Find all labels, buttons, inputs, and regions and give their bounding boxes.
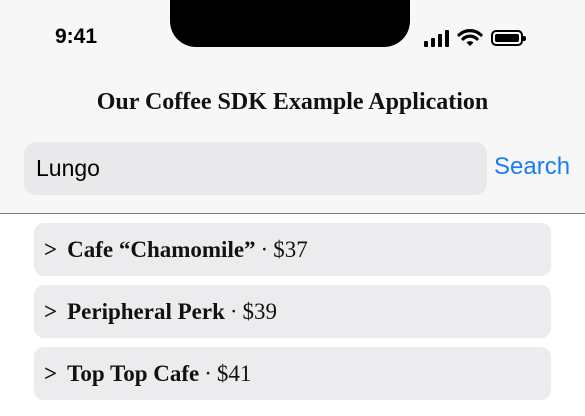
search-button[interactable]: Search [494, 153, 570, 181]
separator: · [229, 298, 238, 324]
device-notch [170, 0, 410, 47]
cellular-signal-icon [424, 29, 449, 47]
separator: · [260, 236, 269, 262]
chevron-right-icon: > [44, 236, 58, 262]
status-time: 9:41 [55, 25, 98, 48]
results-list: > Cafe “Chamomile” · $37 > Peripheral Pe… [34, 223, 551, 409]
page-title: Our Coffee SDK Example Application [96, 89, 489, 115]
battery-level [495, 34, 519, 42]
cafe-name: Peripheral Perk [67, 298, 225, 324]
cafe-name: Top Top Cafe [67, 360, 200, 386]
search-field[interactable] [24, 142, 487, 195]
cafe-price: $39 [242, 298, 278, 324]
header: 9:41 Our Coffee SDK Example Application … [0, 0, 585, 214]
battery-icon [491, 30, 526, 46]
search-input[interactable] [36, 155, 487, 182]
cafe-price: $37 [273, 236, 308, 262]
chevron-right-icon: > [44, 360, 58, 386]
separator: · [204, 360, 212, 386]
cafe-price: $41 [216, 360, 252, 386]
chevron-right-icon: > [44, 298, 58, 324]
wifi-icon [457, 29, 483, 46]
status-icons [424, 27, 526, 49]
list-item[interactable]: > Cafe “Chamomile” · $37 [34, 223, 551, 276]
app-screen: 9:41 Our Coffee SDK Example Application … [0, 0, 585, 416]
list-item[interactable]: > Peripheral Perk · $39 [34, 285, 551, 338]
list-item[interactable]: > Top Top Cafe · $41 [34, 347, 551, 400]
cafe-name: Cafe “Chamomile” [67, 236, 256, 262]
